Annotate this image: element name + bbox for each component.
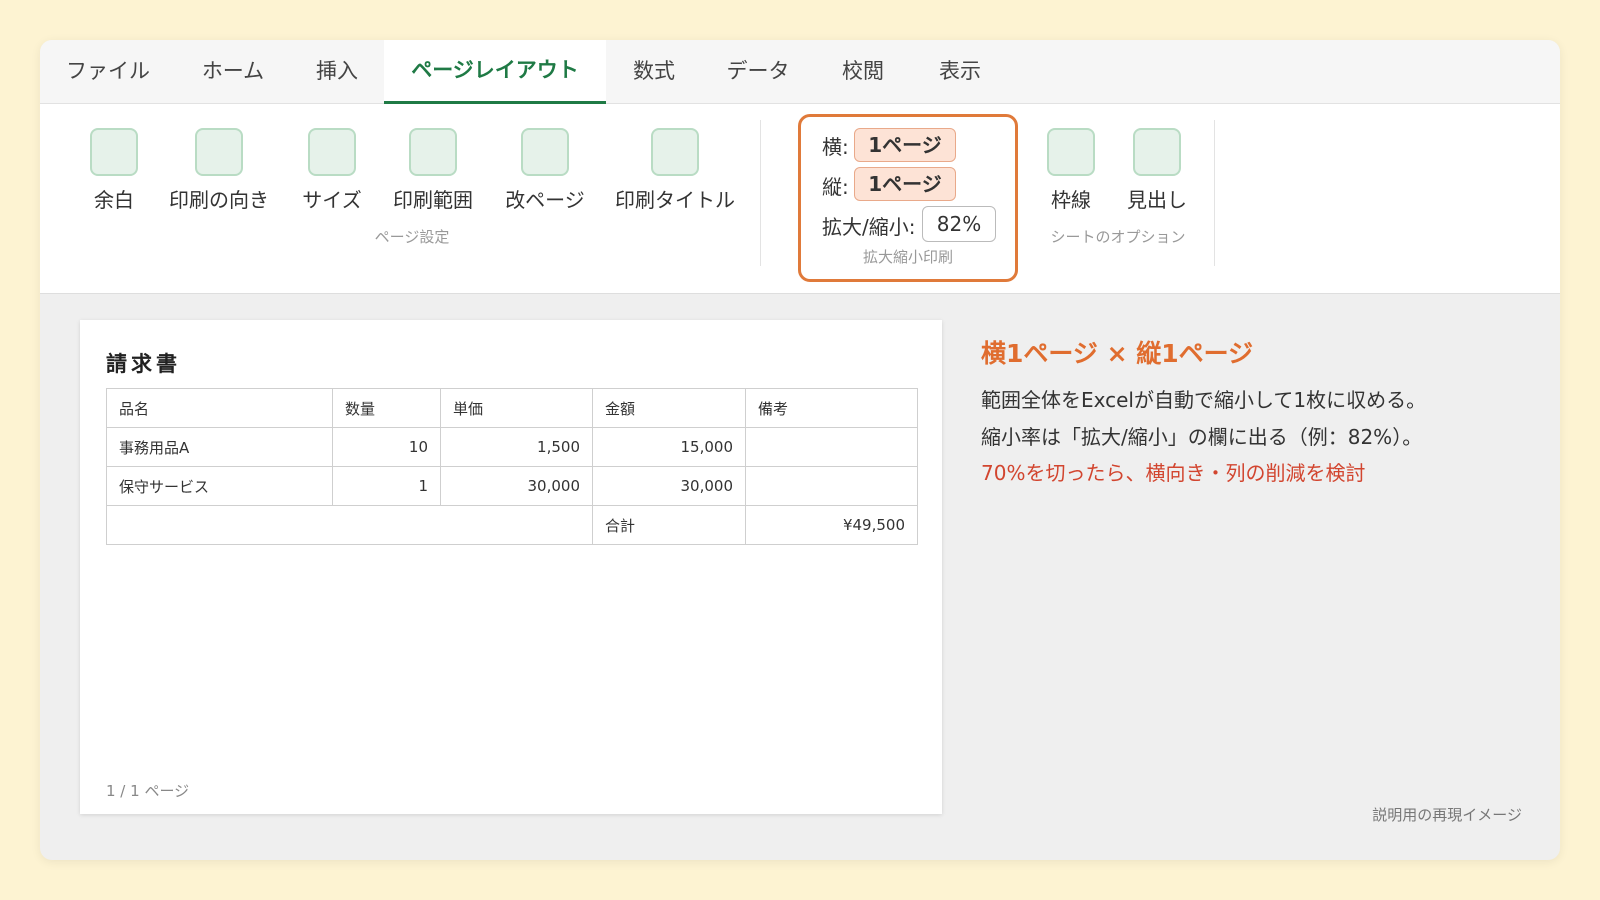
height-pages-dropdown[interactable]: 1ページ: [854, 167, 956, 201]
ribbon-tab-bar: ファイル ホーム 挿入 ページレイアウト 数式 データ 校閲 表示: [40, 40, 1560, 104]
column-header: 金額: [592, 388, 746, 428]
cell-item: 事務用品A: [106, 427, 333, 467]
breaks-label: 改ページ: [505, 188, 585, 212]
column-header: 単価: [440, 388, 593, 428]
tab-home[interactable]: ホーム: [176, 40, 290, 104]
tab-file[interactable]: ファイル: [40, 40, 176, 104]
size-icon: [308, 128, 356, 176]
table-total-row: 合計 ¥49,500: [106, 505, 918, 545]
invoice-table: 品名 数量 単価 金額 備考 事務用品A 10 1,500 15,000 保守サ…: [106, 388, 918, 545]
column-header: 備考: [745, 388, 918, 428]
size-label: サイズ: [302, 188, 362, 212]
print-area-icon: [409, 128, 457, 176]
zoom-input[interactable]: 82%: [922, 206, 996, 242]
cell-item: 保守サービス: [106, 466, 333, 506]
cell-price: 30,000: [440, 466, 593, 506]
tab-data[interactable]: データ: [702, 40, 814, 104]
column-header: 品名: [106, 388, 333, 428]
print-area-label: 印刷範囲: [393, 188, 473, 212]
headings-icon: [1133, 128, 1181, 176]
tab-insert[interactable]: 挿入: [290, 40, 384, 104]
cell-empty: [106, 505, 593, 545]
page-indicator: 1 / 1 ページ: [106, 782, 190, 800]
gridlines-icon: [1047, 128, 1095, 176]
width-label: 横:: [822, 135, 849, 159]
excel-window: ファイル ホーム 挿入 ページレイアウト 数式 データ 校閲 表示 余白 印刷の…: [40, 40, 1560, 860]
explanation-line-1: 範囲全体をExcelが自動で縮小して1枚に収める。: [981, 388, 1427, 412]
gridlines-label: 枠線: [1051, 188, 1091, 212]
ribbon-divider: [1214, 120, 1215, 266]
table-header-row: 品名 数量 単価 金額 備考: [106, 388, 918, 428]
ribbon-divider: [760, 120, 761, 266]
tab-review[interactable]: 校閲: [814, 40, 912, 104]
page-setup-group-label: ページ設定: [374, 228, 450, 246]
scale-to-fit-group: 横: 1ページ 縦: 1ページ 拡大/縮小: 82% 拡大縮小印刷: [798, 114, 1018, 282]
cell-qty: 1: [332, 466, 441, 506]
scale-to-fit-group-label: 拡大縮小印刷: [862, 248, 953, 266]
margins-label: 余白: [94, 188, 134, 212]
width-pages-dropdown[interactable]: 1ページ: [854, 128, 956, 162]
explanation-title: 横1ページ × 縦1ページ: [981, 339, 1254, 368]
cell-amount: 15,000: [592, 427, 746, 467]
cell-price: 1,500: [440, 427, 593, 467]
orientation-label: 印刷の向き: [169, 188, 269, 212]
zoom-label: 拡大/縮小:: [822, 215, 916, 239]
tab-formulas[interactable]: 数式: [606, 40, 702, 104]
table-row: 保守サービス 1 30,000 30,000: [106, 466, 918, 506]
cell-note: [745, 466, 918, 506]
total-value: ¥49,500: [745, 505, 918, 545]
cell-amount: 30,000: [592, 466, 746, 506]
footnote: 説明用の再現イメージ: [1372, 806, 1522, 824]
orientation-icon: [195, 128, 243, 176]
ribbon-panel: 余白 印刷の向き サイズ 印刷範囲 改ページ 印刷タイトル ページ設定 横: 1…: [40, 104, 1560, 294]
cell-note: [745, 427, 918, 467]
total-label: 合計: [592, 505, 746, 545]
margins-icon: [90, 128, 138, 176]
height-label: 縦:: [822, 175, 849, 199]
headings-label: 見出し: [1127, 188, 1187, 212]
print-titles-label: 印刷タイトル: [615, 188, 735, 212]
explanation-line-2: 縮小率は「拡大/縮小」の欄に出る（例：82%）。: [981, 425, 1423, 449]
sheet-options-group-label: シートのオプション: [1050, 228, 1186, 246]
column-header: 数量: [332, 388, 441, 428]
print-titles-icon: [651, 128, 699, 176]
print-preview-page: 請求書 品名 数量 単価 金額 備考 事務用品A 10 1,500 15,000…: [80, 320, 942, 814]
invoice-title: 請求書: [106, 352, 181, 376]
table-row: 事務用品A 10 1,500 15,000: [106, 427, 918, 467]
tab-view[interactable]: 表示: [912, 40, 1008, 104]
cell-qty: 10: [332, 427, 441, 467]
explanation-warning: 70%を切ったら、横向き・列の削減を検討: [981, 461, 1366, 485]
tab-page-layout[interactable]: ページレイアウト: [384, 40, 606, 104]
breaks-icon: [521, 128, 569, 176]
